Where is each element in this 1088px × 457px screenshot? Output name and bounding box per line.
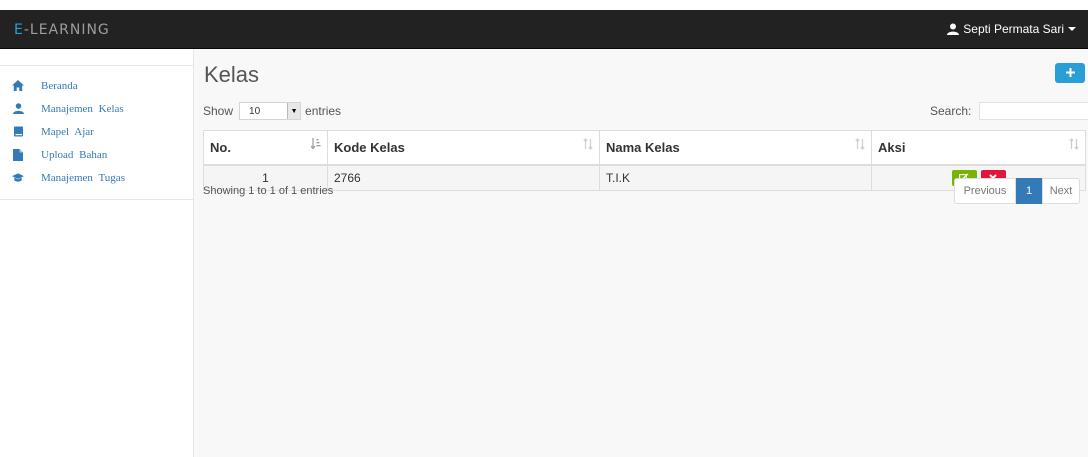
column-header-label: Aksi xyxy=(878,140,906,155)
sidebar-item-manajemen-kelas[interactable]: Manajemen Kelas xyxy=(0,97,193,120)
add-class-button[interactable] xyxy=(1055,63,1085,83)
sidebar-item-label: Beranda xyxy=(41,79,78,92)
column-header-nama-kelas[interactable]: Nama Kelas xyxy=(599,130,872,166)
sort-both-icon xyxy=(855,138,865,150)
brand-logo[interactable]: E-LEARNING xyxy=(14,22,110,38)
entries-per-page-value: 10 xyxy=(249,105,261,117)
column-header-no[interactable]: No. xyxy=(203,130,328,166)
sidebar-item-label: Manajemen Kelas xyxy=(41,102,124,115)
table-info: Showing 1 to 1 of 1 entries xyxy=(203,185,334,197)
graduation-cap-icon xyxy=(12,172,24,184)
user-name: Septi Permata Sari xyxy=(963,22,1064,36)
column-header-label: Nama Kelas xyxy=(606,140,680,155)
sort-ascending-icon xyxy=(310,138,321,150)
sidebar-item-label: Mapel Ajar xyxy=(41,125,94,138)
sidebar: Beranda Manajemen Kelas Mapel Ajar Uploa… xyxy=(0,49,194,457)
sort-both-icon xyxy=(1069,138,1079,150)
sidebar-menu: Beranda Manajemen Kelas Mapel Ajar Uploa… xyxy=(0,65,193,200)
caret-down-icon xyxy=(1068,26,1076,32)
column-header-label: No. xyxy=(210,140,231,155)
brand-initial: E xyxy=(14,22,24,38)
page-title: Kelas xyxy=(204,62,260,87)
top-strip xyxy=(0,0,1088,10)
search-label: Search: xyxy=(930,104,972,118)
table-header-row: No. Kode Kelas Nama Kelas Aksi xyxy=(203,130,1086,166)
column-header-aksi[interactable]: Aksi xyxy=(871,130,1086,166)
user-icon xyxy=(12,103,24,115)
user-menu-dropdown[interactable]: Septi Permata Sari xyxy=(947,22,1076,36)
length-prefix: Show xyxy=(203,104,234,118)
length-suffix: entries xyxy=(305,104,342,118)
plus-icon xyxy=(1065,66,1075,80)
select-arrow-icon: ▼ xyxy=(287,103,301,119)
top-navbar: E-LEARNING Septi Permata Sari xyxy=(0,10,1088,49)
column-header-kode-kelas[interactable]: Kode Kelas xyxy=(327,130,600,166)
user-icon xyxy=(947,23,960,35)
search-control: Search: xyxy=(930,102,1088,120)
book-icon xyxy=(12,126,24,138)
cell-nama-kelas: T.I.K xyxy=(599,164,872,191)
sidebar-item-label: Manajemen Tugas xyxy=(41,171,125,184)
brand-text: -LEARNING xyxy=(23,22,110,38)
sidebar-item-beranda[interactable]: Beranda xyxy=(0,74,193,97)
pagination-page-1[interactable]: 1 xyxy=(1016,178,1042,204)
entries-per-page-select[interactable]: 10 ▼ xyxy=(239,102,302,120)
main-content: Kelas Show 10 ▼ entries Search: No. Kode… xyxy=(194,49,1088,457)
file-icon xyxy=(12,148,24,161)
pagination: Previous 1 Next xyxy=(954,178,1080,204)
sidebar-item-mapel-ajar[interactable]: Mapel Ajar xyxy=(0,120,193,143)
sidebar-item-manajemen-tugas[interactable]: Manajemen Tugas xyxy=(0,166,193,189)
pagination-previous[interactable]: Previous xyxy=(954,178,1016,204)
sort-both-icon xyxy=(583,138,593,150)
entries-length-control: Show 10 ▼ entries xyxy=(203,102,341,120)
home-icon xyxy=(12,80,24,92)
cell-kode-kelas: 2766 xyxy=(327,164,600,191)
pagination-next[interactable]: Next xyxy=(1042,178,1080,204)
sidebar-item-upload-bahan[interactable]: Upload Bahan xyxy=(0,143,193,166)
search-input[interactable] xyxy=(979,102,1088,120)
sidebar-item-label: Upload Bahan xyxy=(41,148,108,161)
column-header-label: Kode Kelas xyxy=(334,140,405,155)
